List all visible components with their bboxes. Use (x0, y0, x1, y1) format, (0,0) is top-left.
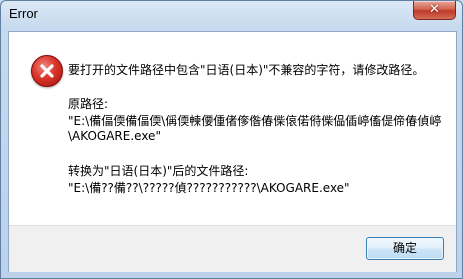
error-icon (31, 55, 63, 87)
converted-path: "E:\備??備??\?????偵???????????\AKOGARE.exe… (68, 181, 350, 195)
close-icon: ✕ (429, 2, 440, 17)
message-area: 要打开的文件路径中包含"日语(日本)"不兼容的字符，请修改路径。 原路径: "E… (9, 32, 456, 225)
original-path-line-2: \AKOGARE.exe" (68, 129, 161, 143)
ok-button[interactable]: 确定 (366, 237, 444, 260)
original-path-line-1: "E:\備偪偄備偪偄\偁偄朄偠偅偖偧偺偆偨偯偌偫偨偘偛嵉傗偍偙偆偵嵉 (68, 114, 442, 128)
title-bar[interactable]: Error ✕ (1, 1, 462, 31)
error-dialog-window: Error ✕ 要打开的文件路径中包含"日语(日本)"不兼容的字符，请修改路径。… (0, 0, 463, 279)
dialog-client-area: 要打开的文件路径中包含"日语(日本)"不兼容的字符，请修改路径。 原路径: "E… (8, 31, 457, 272)
button-bar: 确定 (9, 225, 456, 272)
close-button[interactable]: ✕ (413, 1, 456, 20)
original-path-label: 原路径: (68, 97, 109, 111)
error-message: 要打开的文件路径中包含"日语(日本)"不兼容的字符，请修改路径。 (68, 63, 425, 77)
converted-path-label: 转换为"日语(日本)"后的文件路径: (68, 164, 249, 178)
window-title: Error (9, 6, 38, 21)
